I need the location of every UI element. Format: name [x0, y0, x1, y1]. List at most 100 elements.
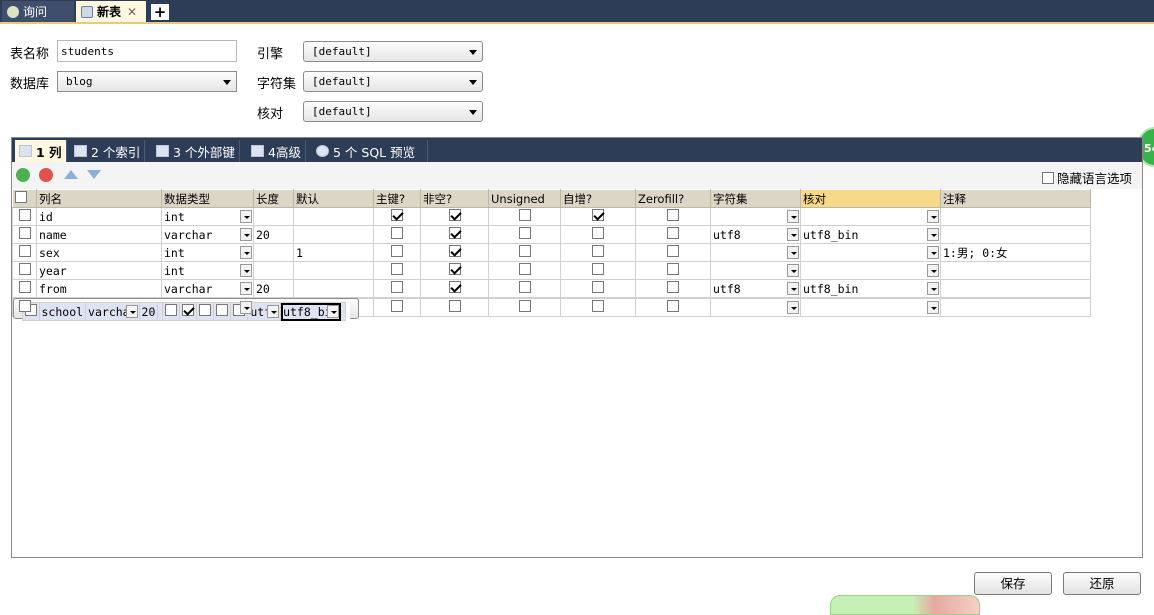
row-select-cell[interactable] — [12, 225, 37, 244]
column-name-cell[interactable]: from — [36, 279, 162, 298]
default-cell[interactable] — [293, 207, 374, 226]
database-select[interactable]: blog — [57, 71, 237, 92]
notnull-checkbox[interactable] — [448, 209, 461, 221]
row-select-cell[interactable] — [12, 243, 37, 262]
zerofill-checkbox[interactable] — [667, 281, 679, 293]
table-row[interactable] — [12, 298, 1096, 317]
notnull-cell[interactable] — [420, 243, 489, 262]
row-select-checkbox[interactable] — [18, 209, 31, 221]
comment-cell[interactable] — [940, 279, 1091, 298]
ai-cell[interactable] — [560, 243, 636, 262]
hide-language-options[interactable]: 隐藏语言选项 — [1041, 168, 1132, 187]
notnull-cell[interactable] — [420, 298, 489, 317]
tab-query[interactable]: 询问 — [2, 1, 74, 22]
chevron-down-icon[interactable] — [927, 246, 939, 259]
row-select-checkbox[interactable] — [18, 263, 31, 275]
move-down-icon[interactable] — [87, 170, 101, 179]
tab-advanced[interactable]: 4高级 — [247, 140, 306, 162]
row-select-checkbox[interactable] — [18, 281, 31, 293]
collation-cell[interactable]: utf8_bin — [800, 225, 941, 244]
collation-cell[interactable] — [800, 261, 941, 280]
chevron-down-icon[interactable] — [927, 301, 939, 314]
row-select-cell[interactable] — [12, 279, 37, 298]
data-type-cell[interactable]: varchar — [161, 225, 254, 244]
tab-sql-preview[interactable]: 5 个 SQL 预览 — [312, 140, 428, 162]
chevron-down-icon[interactable] — [240, 282, 252, 295]
data-type-cell[interactable]: int — [161, 207, 254, 226]
zerofill-checkbox[interactable] — [667, 227, 679, 239]
pk-checkbox[interactable] — [391, 263, 403, 275]
collation-cell[interactable] — [800, 298, 941, 317]
unsigned-cell[interactable] — [488, 261, 561, 280]
add-column-icon[interactable] — [16, 168, 30, 182]
save-button[interactable]: 保存 — [974, 572, 1052, 595]
zerofill-cell[interactable] — [635, 298, 711, 317]
default-cell[interactable] — [293, 225, 374, 244]
column-name-cell[interactable]: name — [36, 225, 162, 244]
collation-cell[interactable] — [800, 207, 941, 226]
data-type-cell[interactable]: int — [161, 243, 254, 262]
notnull-checkbox[interactable] — [448, 300, 461, 312]
notnull-checkbox[interactable] — [448, 227, 461, 239]
pk-cell[interactable] — [373, 279, 421, 298]
add-tab-button[interactable]: + — [151, 3, 169, 21]
move-up-icon[interactable] — [64, 170, 78, 179]
ai-checkbox[interactable] — [592, 263, 604, 275]
zerofill-cell[interactable] — [635, 261, 711, 280]
zerofill-checkbox[interactable] — [667, 263, 679, 275]
pk-checkbox[interactable] — [391, 300, 403, 312]
data-type-cell[interactable]: int — [161, 261, 254, 280]
chevron-down-icon[interactable] — [240, 228, 252, 241]
ai-cell[interactable] — [560, 207, 636, 226]
ai-checkbox[interactable] — [592, 300, 604, 312]
column-name-cell[interactable]: year — [36, 261, 162, 280]
comment-cell[interactable] — [940, 207, 1091, 226]
zerofill-checkbox[interactable] — [667, 300, 679, 312]
chevron-down-icon[interactable] — [787, 210, 799, 223]
ai-cell[interactable] — [560, 261, 636, 280]
pk-checkbox[interactable] — [391, 227, 403, 239]
tab-foreign-keys[interactable]: 3 个外部键 — [152, 140, 240, 162]
charset-cell[interactable]: utf8 — [710, 225, 801, 244]
length-cell[interactable] — [253, 243, 294, 262]
hide-language-checkbox[interactable] — [1041, 171, 1054, 184]
chevron-down-icon[interactable] — [787, 282, 799, 295]
charset-cell[interactable] — [710, 298, 801, 317]
zerofill-cell[interactable] — [635, 225, 711, 244]
column-header[interactable]: 列名 — [36, 189, 162, 208]
tab-columns[interactable]: 1 列 — [15, 140, 67, 162]
unsigned-checkbox[interactable] — [518, 281, 531, 293]
select-all-header[interactable] — [12, 189, 37, 208]
chevron-down-icon[interactable] — [787, 264, 799, 277]
length-cell[interactable] — [253, 298, 294, 317]
row-select-cell[interactable] — [12, 261, 37, 280]
unsigned-cell[interactable] — [488, 298, 561, 317]
column-header[interactable]: 非空? — [420, 189, 489, 208]
pk-cell[interactable] — [373, 298, 421, 317]
pk-checkbox[interactable] — [391, 209, 403, 221]
column-header[interactable]: Zerofill? — [635, 189, 711, 208]
length-cell[interactable] — [253, 261, 294, 280]
unsigned-checkbox[interactable] — [518, 245, 531, 257]
zerofill-cell[interactable] — [635, 207, 711, 226]
default-cell[interactable] — [293, 298, 374, 317]
notnull-cell[interactable] — [420, 207, 489, 226]
pk-cell[interactable] — [373, 225, 421, 244]
table-name-input[interactable]: students — [57, 40, 237, 62]
row-select-cell[interactable] — [12, 298, 37, 317]
unsigned-checkbox[interactable] — [518, 227, 531, 239]
column-header[interactable]: 数据类型 — [161, 189, 254, 208]
ai-cell[interactable] — [560, 298, 636, 317]
zerofill-cell[interactable] — [635, 279, 711, 298]
zerofill-cell[interactable] — [635, 243, 711, 262]
charset-cell[interactable] — [710, 243, 801, 262]
default-cell[interactable] — [293, 279, 374, 298]
unsigned-cell[interactable] — [488, 225, 561, 244]
chevron-down-icon[interactable] — [927, 282, 939, 295]
tab-indexes[interactable]: 2 个索引 — [70, 140, 146, 162]
chevron-down-icon[interactable] — [240, 210, 252, 223]
notnull-checkbox[interactable] — [448, 245, 461, 257]
pk-checkbox[interactable] — [391, 281, 403, 293]
unsigned-checkbox[interactable] — [518, 263, 531, 275]
length-cell[interactable]: 20 — [253, 279, 294, 298]
